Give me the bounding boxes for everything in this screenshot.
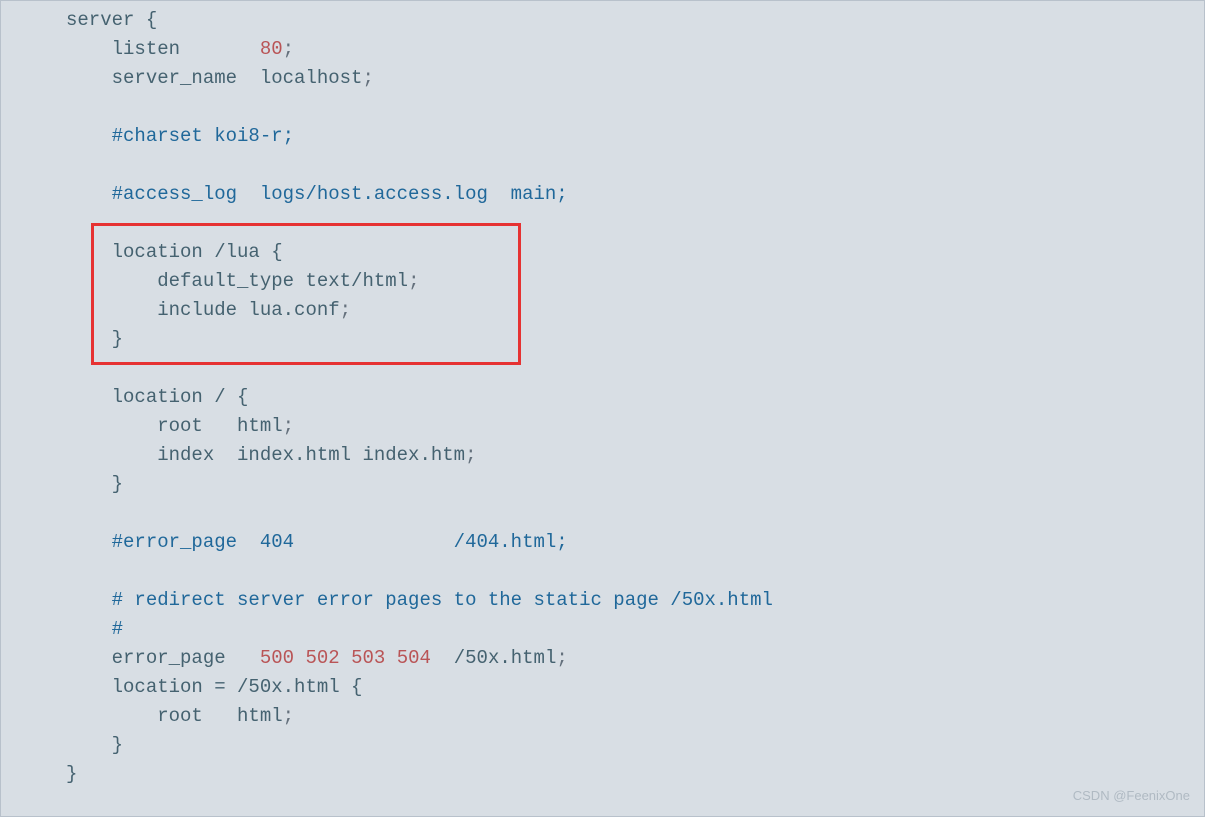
code-number: 80 [260,38,283,60]
code-line: server { [66,9,157,31]
code-line: } [66,763,77,785]
code-number: 504 [397,647,431,669]
code-punct: ; [465,444,476,466]
code-block: server { listen 80; server_name localhos… [1,1,1204,789]
code-line: location = /50x.html { [66,676,362,698]
code-number: 502 [305,647,339,669]
code-number: 500 [260,647,294,669]
code-number: 503 [351,647,385,669]
code-punct: ; [283,415,294,437]
code-line [385,647,396,669]
code-punct: ; [556,647,567,669]
code-line: } [66,734,123,756]
code-line: server_name localhost [66,67,362,89]
code-line: } [66,473,123,495]
code-line: include lua.conf [66,299,340,321]
code-line: root html [66,705,283,727]
code-line: index index.html index.htm [66,444,465,466]
code-punct: ; [340,299,351,321]
code-line: root html [66,415,283,437]
code-punct: ; [362,67,373,89]
code-punct: ; [283,38,294,60]
code-line: location /lua { [66,241,283,263]
code-line: /50x.html [431,647,556,669]
code-comment: #charset koi8-r; [66,125,294,147]
code-comment: #access_log logs/host.access.log main; [66,183,568,205]
code-line [294,647,305,669]
code-line: default_type text/html [66,270,408,292]
code-comment: # [66,618,123,640]
code-punct: ; [408,270,419,292]
code-line: location / { [66,386,248,408]
code-line [340,647,351,669]
code-comment: # redirect server error pages to the sta… [66,589,773,611]
code-line: error_page [66,647,260,669]
code-line: listen [66,38,260,60]
code-comment: #error_page 404 /404.html; [66,531,568,553]
code-punct: ; [283,705,294,727]
watermark-text: CSDN @FeenixOne [1073,781,1190,810]
code-line: } [66,328,123,350]
